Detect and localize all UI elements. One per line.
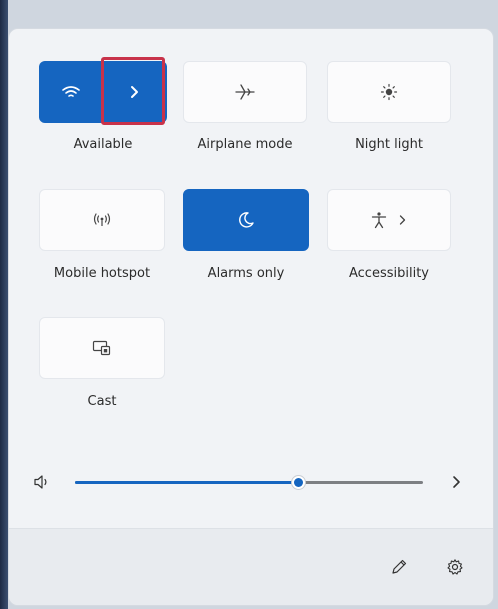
accessibility-icon <box>371 212 387 229</box>
cast-label: Cast <box>87 394 117 409</box>
volume-slider-track[interactable] <box>75 481 423 484</box>
edit-button[interactable] <box>385 553 413 581</box>
hotspot-icon <box>93 213 111 226</box>
night-light-label: Night light <box>355 137 423 152</box>
accessibility-label: Accessibility <box>349 266 429 281</box>
wifi-expand-button[interactable] <box>101 57 167 125</box>
volume-row <box>31 467 475 497</box>
cast-icon <box>92 340 111 356</box>
volume-slider-thumb-dot <box>294 478 303 487</box>
pencil-icon <box>392 559 407 574</box>
settings-button[interactable] <box>441 553 469 581</box>
focus-assist-label: Alarms only <box>207 266 285 281</box>
wifi-label: Available <box>73 137 133 152</box>
wifi-icon <box>61 86 80 97</box>
wifi-tile <box>39 57 167 125</box>
gear-icon <box>447 559 463 575</box>
quick-settings-panel: Available Airplane mode Night light Mobi… <box>8 28 494 606</box>
volume-slider-thumb[interactable] <box>291 475 306 490</box>
mobile-hotspot-label: Mobile hotspot <box>53 266 151 281</box>
accessibility-chevron-right-icon <box>399 215 406 225</box>
accessibility-tile[interactable] <box>327 189 451 251</box>
brightness-icon <box>380 83 398 101</box>
airplane-mode-label: Airplane mode <box>197 137 293 152</box>
airplane-mode-tile[interactable] <box>183 61 307 123</box>
desktop-edge <box>0 0 8 609</box>
chevron-right-icon[interactable] <box>451 475 463 489</box>
moon-icon <box>239 212 254 228</box>
chevron-right-icon <box>131 86 138 98</box>
mobile-hotspot-tile[interactable] <box>39 189 165 251</box>
wifi-toggle-button[interactable] <box>39 61 102 123</box>
night-light-tile[interactable] <box>327 61 451 123</box>
volume-slider-fill <box>75 481 298 484</box>
cast-tile[interactable] <box>39 317 165 379</box>
airplane-icon <box>235 84 255 100</box>
speaker-icon[interactable] <box>33 474 51 490</box>
focus-assist-tile[interactable] <box>183 189 309 251</box>
quick-settings-footer <box>9 528 493 605</box>
